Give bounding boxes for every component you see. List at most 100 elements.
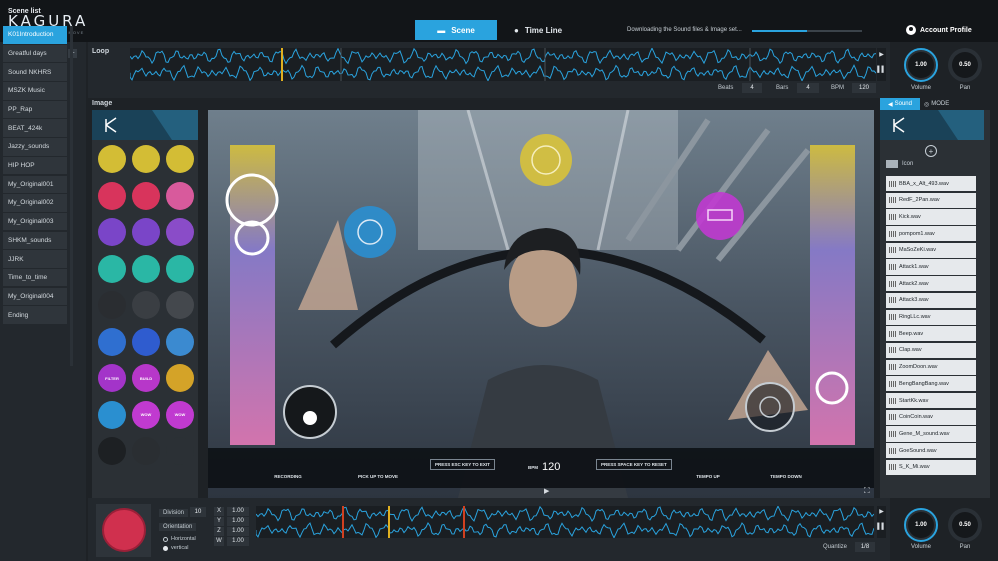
fullscreen-icon[interactable]: ⛶ xyxy=(864,486,870,496)
scene-item[interactable]: JJRK xyxy=(3,250,67,268)
sound-item[interactable]: Kick.wav xyxy=(886,209,976,225)
image-swatch[interactable] xyxy=(132,437,160,465)
sound-item[interactable]: Gene_M_sound.wav xyxy=(886,426,976,442)
image-swatch[interactable] xyxy=(98,254,126,283)
scene-item[interactable]: PP_Rap xyxy=(3,100,67,119)
image-swatch[interactable] xyxy=(166,218,194,246)
sound-item[interactable]: ZoomDoon.wav xyxy=(886,359,976,375)
scene-item[interactable]: Greatful days xyxy=(3,44,67,63)
image-swatch[interactable] xyxy=(166,181,194,210)
quantize-input[interactable]: 1/8 xyxy=(855,542,875,552)
scene-item[interactable]: Ending xyxy=(3,306,67,324)
axis-w-input[interactable]: 1.00 xyxy=(227,536,249,546)
image-swatch[interactable] xyxy=(98,437,126,465)
loop-play-controls[interactable]: ▶ ▌▌ xyxy=(877,48,886,81)
image-swatch[interactable] xyxy=(132,254,160,283)
track-waveform[interactable] xyxy=(256,506,874,538)
tab-mode[interactable]: ◎ MODE xyxy=(924,98,964,110)
sound-item-label: Attack2.wav xyxy=(899,280,929,287)
orientation-vertical-radio[interactable]: vertical xyxy=(163,545,188,551)
image-swatch[interactable] xyxy=(132,181,160,210)
track-play-controls[interactable]: ▶ ▌▌ xyxy=(877,506,886,538)
image-swatch[interactable] xyxy=(132,218,160,246)
camera-stage[interactable] xyxy=(208,110,874,498)
bottom-pan-knob[interactable]: 0.50 xyxy=(948,508,982,542)
sound-folder[interactable]: Icon xyxy=(886,160,913,168)
division-input[interactable]: 10 xyxy=(190,507,206,517)
tab-scene[interactable]: ▬ Scene xyxy=(415,20,497,40)
sound-item[interactable]: Attack1.wav xyxy=(886,259,976,275)
image-swatch[interactable] xyxy=(132,327,160,356)
image-swatch[interactable]: WOW xyxy=(166,400,194,429)
add-sound-button[interactable]: + xyxy=(925,145,937,157)
record-button[interactable] xyxy=(102,508,146,552)
scene-item[interactable]: Time_to_time xyxy=(3,268,67,287)
volume-knob[interactable]: 1.00 xyxy=(904,48,938,82)
bpm-input[interactable]: 120 xyxy=(852,83,876,93)
image-swatch[interactable] xyxy=(132,145,160,173)
axis-x-input[interactable]: 1.00 xyxy=(227,506,249,516)
scene-list-scrollbar[interactable] xyxy=(70,26,73,366)
image-swatch[interactable] xyxy=(98,181,126,210)
sound-item[interactable]: MaSoZeKi.wav xyxy=(886,242,976,258)
scene-item[interactable]: HIP HOP xyxy=(3,156,67,175)
scene-item[interactable]: MSZK Music xyxy=(3,82,67,100)
axis-z-input[interactable]: 1.00 xyxy=(227,526,249,536)
scene-item[interactable]: SHKM_sounds xyxy=(3,231,67,250)
sound-item[interactable]: GoeSound.wav xyxy=(886,443,976,459)
pause-icon[interactable]: ▌▌ xyxy=(877,67,886,73)
axis-z-row: Z 1.00 xyxy=(214,526,249,536)
image-swatch[interactable] xyxy=(98,327,126,356)
sound-item[interactable]: Attack3.wav xyxy=(886,292,976,308)
play-icon[interactable]: ▶ xyxy=(877,51,886,58)
axis-y-input[interactable]: 1.00 xyxy=(227,516,249,526)
beats-input[interactable]: 4 xyxy=(742,83,762,93)
image-swatch[interactable] xyxy=(98,145,126,173)
scene-item[interactable]: My_Original003 xyxy=(3,212,67,231)
scene-item[interactable]: Sound NKHRS xyxy=(3,63,67,81)
sound-item[interactable]: RingLLc.wav xyxy=(886,309,976,325)
image-swatch[interactable] xyxy=(166,437,194,465)
scene-item[interactable]: Jazzy_sounds xyxy=(3,138,67,156)
bars-input[interactable]: 4 xyxy=(797,83,819,93)
image-swatch[interactable] xyxy=(166,327,194,356)
sound-item[interactable]: Clap.wav xyxy=(886,342,976,359)
sound-item[interactable]: S_K_Mi.wav xyxy=(886,459,976,475)
sound-item[interactable]: BengBangBang.wav xyxy=(886,376,976,392)
scene-item[interactable]: My_Original001 xyxy=(3,175,67,193)
record-pad[interactable] xyxy=(96,504,151,557)
image-swatch[interactable] xyxy=(98,400,126,429)
scene-item[interactable]: My_Original004 xyxy=(3,287,67,306)
image-swatch[interactable]: WOW xyxy=(132,400,160,429)
image-swatch[interactable] xyxy=(98,218,126,246)
pan-knob[interactable]: 0.50 xyxy=(948,48,982,82)
sound-item[interactable]: BBA_x_Alt_493.wav xyxy=(886,176,976,192)
tab-sound[interactable]: ◀ Sound xyxy=(880,98,920,110)
account-profile-button[interactable]: Account Profile xyxy=(906,25,972,35)
play-icon[interactable]: ▶ xyxy=(877,508,886,515)
scene-item[interactable]: K01Introduction xyxy=(3,26,67,44)
sound-item[interactable]: RedF_2Pan.wav xyxy=(886,192,976,208)
image-swatch[interactable] xyxy=(98,291,126,319)
image-swatch[interactable] xyxy=(166,364,194,392)
sound-item[interactable]: Attack2.wav xyxy=(886,276,976,292)
bottom-volume-knob[interactable]: 1.00 xyxy=(904,508,938,542)
image-swatch[interactable] xyxy=(166,291,194,319)
scene-item[interactable]: BEAT_424k xyxy=(3,119,67,137)
pause-icon[interactable]: ▌▌ xyxy=(877,524,886,530)
image-swatch[interactable]: BUILD xyxy=(132,364,160,392)
scene-item[interactable]: My_Original002 xyxy=(3,194,67,212)
image-swatch[interactable] xyxy=(166,254,194,283)
sound-item[interactable]: Beep.wav xyxy=(886,326,976,342)
loop-waveform[interactable] xyxy=(130,48,876,81)
waveform-line xyxy=(256,506,874,523)
tab-timeline[interactable]: ● Time Line xyxy=(508,20,590,40)
sound-item[interactable]: pompom1.wav xyxy=(886,226,976,242)
sound-item[interactable]: CoinCoin.wav xyxy=(886,409,976,425)
stage-play-icon[interactable]: ▶ xyxy=(544,487,549,495)
image-swatch[interactable] xyxy=(166,145,194,173)
image-swatch[interactable] xyxy=(132,291,160,319)
image-swatch[interactable]: FILTER xyxy=(98,364,126,392)
orientation-horizontal-radio[interactable]: Horizontal xyxy=(163,536,196,542)
sound-item[interactable]: StartKk.wav xyxy=(886,392,976,409)
